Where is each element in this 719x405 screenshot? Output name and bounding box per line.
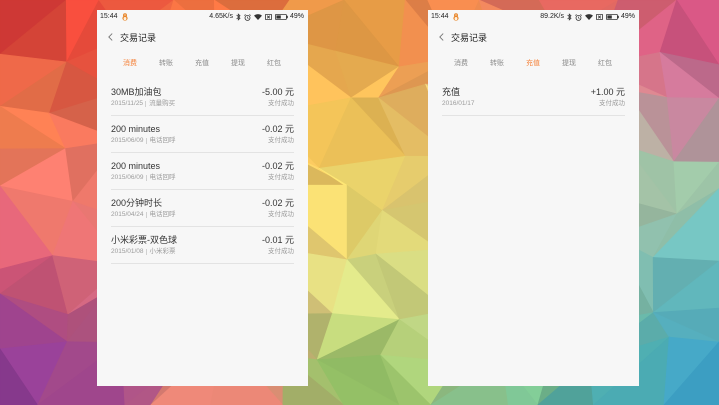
transaction-name: 30MB加油包 [111, 87, 162, 97]
transaction-status: 支付成功 [268, 248, 294, 255]
meta-separator [145, 101, 147, 107]
battery-fill [276, 15, 281, 19]
meta-separator [145, 138, 147, 144]
transaction-name: 200 minutes [111, 124, 161, 134]
transaction-meta: 2015/04/24 电话回呼 [111, 210, 176, 220]
battery-fill [607, 15, 612, 19]
tab-consumption[interactable]: 消费 [443, 54, 479, 74]
transaction-category: 流量购买 [149, 100, 176, 107]
transaction-category: 电话回呼 [149, 211, 176, 218]
page-header: 交易记录 [428, 25, 639, 49]
back-button[interactable] [107, 31, 114, 43]
transaction-amount: -0.02 元 [261, 161, 294, 171]
transaction-item[interactable]: 200 minutes -0.02 元 2015/06/09 电话回呼 支付成功 [111, 153, 294, 190]
meta-separator [145, 212, 147, 218]
meta-separator [145, 249, 147, 255]
wifi-icon [253, 14, 262, 20]
transaction-date: 2016/01/17 [442, 100, 475, 107]
battery-icon [605, 14, 619, 20]
transaction-status: 支付成功 [599, 100, 625, 107]
transaction-category: 小米彩票 [149, 248, 176, 255]
page-title: 交易记录 [451, 32, 488, 43]
alarm-icon [244, 13, 251, 21]
transaction-category: 电话回呼 [149, 137, 176, 144]
transaction-amount: -0.01 元 [261, 235, 294, 245]
tab-top-up[interactable]: 充值 [184, 54, 220, 74]
chevron-left-icon [439, 33, 444, 41]
transaction-meta: 2015/06/09 电话回呼 [111, 173, 176, 183]
transaction-meta: 2016/01/17 [442, 99, 475, 109]
back-button[interactable] [438, 31, 445, 43]
transaction-date: 2015/06/09 [111, 137, 144, 144]
tab-red-packet[interactable]: 红包 [256, 54, 292, 74]
transaction-status: 支付成功 [268, 174, 294, 181]
tab-red-packet[interactable]: 红包 [587, 54, 623, 74]
qq-icon [121, 13, 128, 21]
transaction-status: 支付成功 [268, 137, 294, 144]
transaction-amount: +1.00 元 [590, 87, 625, 97]
status-bar-right: 89.2K/s 49% [540, 10, 635, 24]
status-bar-left: 15:44 [100, 10, 128, 24]
transaction-date: 2015/06/09 [111, 174, 144, 181]
network-speed: 89.2K/s [540, 13, 564, 20]
transaction-meta: 2015/11/25 流量购买 [111, 99, 175, 109]
tab-consumption[interactable]: 消费 [112, 54, 148, 74]
transaction-date: 2015/11/25 [111, 100, 144, 107]
transaction-list: 30MB加油包 -5.00 元 2015/11/25 流量购买 支付成功 200… [111, 79, 294, 264]
transaction-meta: 2015/01/08 小米彩票 [111, 247, 176, 257]
page-header: 交易记录 [97, 25, 308, 49]
alarm-icon [575, 13, 582, 21]
transaction-name: 小米彩票-双色球 [111, 235, 177, 245]
transaction-amount: -5.00 元 [261, 87, 294, 97]
tab-transfer[interactable]: 转账 [479, 54, 515, 74]
transaction-item[interactable]: 小米彩票-双色球 -0.01 元 2015/01/08 小米彩票 支付成功 [111, 227, 294, 264]
meta-separator [145, 175, 147, 181]
status-bar-right: 4.65K/s 49% [209, 10, 304, 24]
transaction-amount: -0.02 元 [261, 198, 294, 208]
transaction-item[interactable]: 200分钟时长 -0.02 元 2015/04/24 电话回呼 支付成功 [111, 190, 294, 227]
transaction-category: 电话回呼 [149, 174, 176, 181]
clock-time: 15:44 [431, 13, 449, 20]
transaction-meta: 2015/06/09 电话回呼 [111, 136, 176, 146]
bluetooth-icon [567, 13, 572, 21]
transaction-item[interactable]: 30MB加油包 -5.00 元 2015/11/25 流量购买 支付成功 [111, 79, 294, 116]
phone-screen-right: 15:44 89.2K/s 49% 交易记录 消费 转账 充值 提现 红包 充值… [428, 10, 639, 386]
bluetooth-icon [236, 13, 241, 21]
transaction-name: 200 minutes [111, 161, 161, 171]
status-bar: 15:44 89.2K/s 49% [428, 10, 639, 24]
clock-time: 15:44 [100, 13, 118, 20]
page-title: 交易记录 [120, 32, 157, 43]
network-speed: 4.65K/s [209, 13, 233, 20]
transaction-date: 2015/04/24 [111, 211, 144, 218]
sim-icon [264, 14, 272, 20]
transaction-tabs: 消费 转账 充值 提现 红包 [443, 54, 623, 74]
transaction-list: 充值 +1.00 元 2016/01/17 支付成功 [442, 79, 625, 116]
transaction-tabs: 消费 转账 充值 提现 红包 [112, 54, 292, 74]
transaction-item[interactable]: 充值 +1.00 元 2016/01/17 支付成功 [442, 79, 625, 116]
sim-icon [595, 14, 603, 20]
battery-percent: 49% [289, 13, 304, 20]
transaction-amount: -0.02 元 [261, 124, 294, 134]
transaction-name: 充值 [442, 87, 461, 97]
tab-top-up[interactable]: 充值 [515, 54, 551, 74]
tab-withdraw[interactable]: 提现 [220, 54, 256, 74]
transaction-date: 2015/01/08 [111, 248, 144, 255]
battery-icon [274, 14, 288, 20]
qq-icon [452, 13, 459, 21]
transaction-status: 支付成功 [268, 100, 294, 107]
status-bar: 15:44 4.65K/s 49% [97, 10, 308, 24]
transaction-name: 200分钟时长 [111, 198, 163, 208]
phone-screen-left: 15:44 4.65K/s 49% 交易记录 消费 转账 充值 提现 红包 30… [97, 10, 308, 386]
transaction-item[interactable]: 200 minutes -0.02 元 2015/06/09 电话回呼 支付成功 [111, 116, 294, 153]
transaction-status: 支付成功 [268, 211, 294, 218]
wifi-icon [584, 14, 593, 20]
tab-withdraw[interactable]: 提现 [551, 54, 587, 74]
chevron-left-icon [108, 33, 113, 41]
status-bar-left: 15:44 [431, 10, 459, 24]
battery-percent: 49% [620, 13, 635, 20]
tab-transfer[interactable]: 转账 [148, 54, 184, 74]
